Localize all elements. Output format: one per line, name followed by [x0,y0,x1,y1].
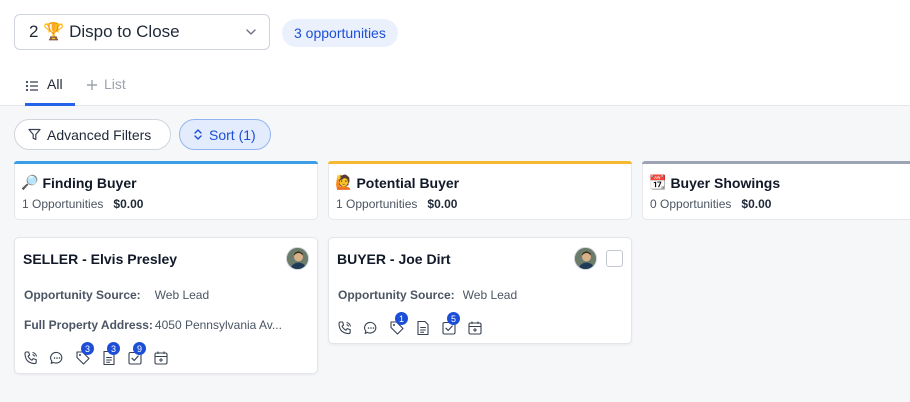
card-actions: 1 5 [337,312,483,336]
column-title-text: Buyer Showings [670,174,781,191]
field-property-address: Full Property Address: 4050 Pennsylvania… [24,318,282,332]
note-count-badge: 3 [107,342,120,355]
field-key: Full Property Address: [24,318,153,332]
column-title: 📆 Buyer Showings [649,174,780,191]
note-icon[interactable] [415,320,431,336]
top-bar: 2 🏆 Dispo to Close 3 opportunities All L… [0,0,910,106]
pipeline-select[interactable]: 2 🏆 Dispo to Close [14,14,270,50]
field-value: Web Lead [462,288,518,302]
column-title: 🔎 Finding Buyer [21,174,137,191]
avatar[interactable] [286,247,309,270]
tag-count-badge: 1 [395,312,408,325]
column-meta: 1 Opportunities $0.00 [22,197,143,211]
phone-icon[interactable] [337,320,353,336]
pipeline-select-label: 2 🏆 Dispo to Close [29,22,180,41]
sort-label: Sort (1) [209,126,256,143]
column-count: 1 Opportunities [336,197,418,211]
column-amount: $0.00 [427,197,458,211]
plus-icon [87,80,97,90]
column-header-potential-buyer: 🙋 Potential Buyer 1 Opportunities $0.00 [328,161,632,220]
tab-all-label: All [47,76,63,92]
column-title-text: Potential Buyer [356,174,460,191]
field-opportunity-source: Opportunity Source: Web Lead [24,288,209,302]
field-opportunity-source: Opportunity Source: Web Lead [338,288,517,302]
column-meta: 1 Opportunities $0.00 [336,197,457,211]
chevron-down-icon [246,29,256,35]
sort-icon [194,129,202,140]
list-icon [25,80,38,92]
card-actions: 3 3 9 [23,342,169,366]
column-accent [14,161,318,164]
avatar[interactable] [574,247,597,270]
sort-button[interactable]: Sort (1) [179,119,271,150]
field-key: Opportunity Source: [338,288,455,302]
task-count-badge: 9 [133,342,146,355]
advanced-filters-button[interactable]: Advanced Filters [14,119,171,150]
column-count: 1 Opportunities [22,197,104,211]
opportunity-card[interactable]: SELLER - Elvis Presley Opportunity Sourc… [14,237,318,374]
filter-icon [28,128,41,141]
column-amount: $0.00 [113,197,144,211]
column-header-buyer-showings: 📆 Buyer Showings 0 Opportunities $0.00 [642,161,910,220]
column-meta: 0 Opportunities $0.00 [650,197,771,211]
note-icon[interactable]: 3 [101,342,120,366]
opportunity-name: BUYER - Joe Dirt [337,251,451,267]
tab-all[interactable]: All [25,76,75,106]
task-icon[interactable]: 5 [441,312,460,336]
column-accent [328,161,632,164]
column-title-text: Finding Buyer [42,174,137,191]
field-value: 4050 Pennsylvania Av... [154,318,282,332]
tab-list-label: List [104,76,126,92]
select-checkbox[interactable] [606,250,623,267]
tag-icon[interactable]: 3 [75,342,94,366]
opportunity-card[interactable]: BUYER - Joe Dirt Opportunity Source: Web… [328,237,632,344]
calendar-icon[interactable] [467,320,483,336]
column-header-finding-buyer: 🔎 Finding Buyer 1 Opportunities $0.00 [14,161,318,220]
field-key: Opportunity Source: [24,288,141,302]
tag-icon[interactable]: 1 [389,312,408,336]
task-icon[interactable]: 9 [127,342,146,366]
tag-count-badge: 3 [81,342,94,355]
chat-icon[interactable] [363,320,379,336]
avatar-icon [287,248,308,269]
opportunity-name: SELLER - Elvis Presley [23,251,178,267]
calendar-emoji-icon: 📆 [649,174,667,190]
task-count-badge: 5 [447,312,460,325]
field-value: Web Lead [154,288,210,302]
calendar-icon[interactable] [153,350,169,366]
advanced-filters-label: Advanced Filters [47,126,152,143]
column-accent [642,161,910,164]
avatar-icon [575,248,596,269]
magnifier-icon: 🔎 [21,174,39,190]
column-amount: $0.00 [741,197,772,211]
opportunity-count-badge: 3 opportunities [282,19,398,47]
column-count: 0 Opportunities [650,197,732,211]
phone-icon[interactable] [23,350,39,366]
tab-list[interactable]: List [86,76,126,106]
column-title: 🙋 Potential Buyer [335,174,459,191]
raising-hand-icon: 🙋 [335,174,353,190]
chat-icon[interactable] [49,350,65,366]
